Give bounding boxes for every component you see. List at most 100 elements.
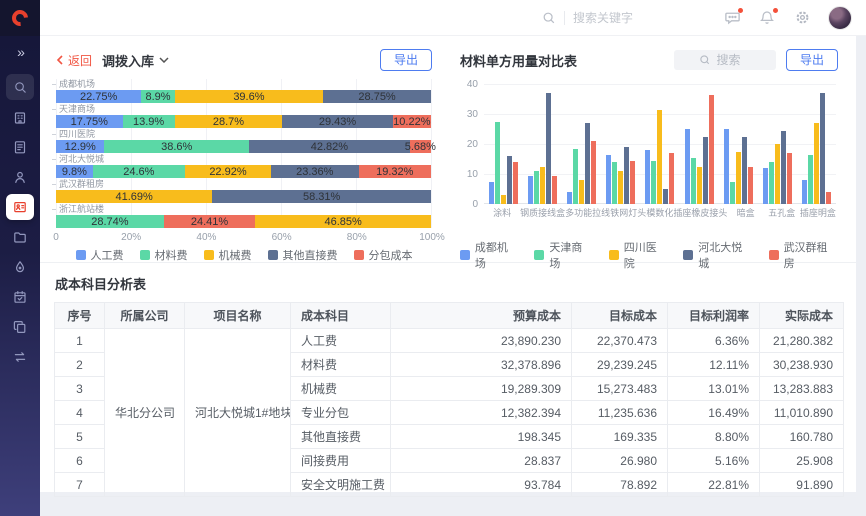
bar (513, 162, 518, 204)
back-link[interactable]: 返回 (56, 52, 92, 69)
category-label: 橡皮接头 (691, 206, 727, 219)
bar (591, 141, 596, 204)
sidebar-item-docs[interactable] (6, 134, 34, 160)
legend-item: 河北大悦城 (683, 239, 752, 271)
export-button-right[interactable]: 导出 (786, 49, 838, 71)
legend-item: 材料费 (140, 247, 188, 263)
messages-icon[interactable] (723, 9, 741, 27)
stacked-bar: 28.74%24.41%46.85% (56, 215, 431, 228)
export-button-left[interactable]: 导出 (380, 49, 432, 71)
bar-group (758, 84, 797, 204)
cell-budget: 23,890.230 (391, 329, 572, 353)
bar-segment: 58.31% (212, 190, 431, 203)
sidebar-item-org[interactable] (6, 104, 34, 130)
bar-segment: 28.75% (323, 90, 431, 103)
bar (763, 168, 768, 204)
legend-swatch (534, 250, 544, 260)
cell-actual: 25.908 (760, 449, 844, 473)
material-search-input[interactable] (716, 53, 750, 67)
bar (624, 147, 629, 204)
legend-item: 武汉群租房 (769, 239, 838, 271)
sidebar: » (0, 36, 40, 516)
cell-company: 华北分公司 (105, 329, 185, 497)
cell-margin: 22.81% (668, 473, 760, 497)
bar (685, 129, 690, 204)
sidebar-expand-icon[interactable]: » (17, 44, 23, 64)
bar (573, 149, 578, 205)
bar (606, 155, 611, 205)
charts-row: 返回 调拨入库 导出 成都机场22.75%8.9%39.6%28.75%天津商场… (40, 36, 856, 262)
back-label: 返回 (68, 52, 92, 69)
bar (709, 95, 714, 205)
cell-subject: 材料费 (291, 353, 391, 377)
search-icon (699, 54, 711, 66)
bar (775, 144, 780, 204)
settings-gear-icon[interactable] (793, 9, 811, 27)
sidebar-item-users[interactable] (6, 164, 34, 190)
stacked-bar: 17.75%13.9%28.7%29.43%10.22% (56, 115, 431, 128)
bar-category-label: 浙江航站楼 (56, 204, 431, 215)
bar (528, 176, 533, 205)
x-tick-label: 20% (121, 232, 141, 243)
stacked-bar: 9.8%24.6%22.92%23.36%19.32% (56, 165, 431, 178)
bar-group (680, 84, 719, 204)
bar-segment: 8.9% (141, 90, 174, 103)
bar-segment: 46.85% (255, 215, 431, 228)
stacked-bar: 41.69%58.31% (56, 190, 431, 203)
legend-swatch (460, 250, 470, 260)
category-label: 五孔盒 (764, 206, 800, 219)
bar-segment: 13.9% (123, 115, 175, 128)
legend-label: 四川医院 (624, 239, 668, 271)
cell-subject: 间接费用 (291, 449, 391, 473)
bar-segment: 39.6% (175, 90, 323, 103)
stacked-chart-legend: 人工费材料费机械费其他直接费分包成本 (56, 247, 432, 263)
user-avatar[interactable] (828, 6, 852, 30)
bar (703, 137, 708, 205)
left-panel-header: 返回 调拨入库 导出 (56, 48, 432, 72)
grouped-chart-bars (484, 84, 836, 204)
app-logo[interactable] (0, 0, 40, 36)
cell-actual: 160.780 (760, 425, 844, 449)
calendar-check-icon (12, 289, 28, 305)
cell-no: 3 (55, 377, 105, 401)
bar-category-label: 河北大悦城 (56, 154, 431, 165)
cell-margin: 16.49% (668, 401, 760, 425)
global-search-input[interactable] (573, 11, 683, 25)
column-header: 目标成本 (572, 303, 668, 329)
cell-actual: 11,010.890 (760, 401, 844, 425)
notifications-bell-icon[interactable] (758, 9, 776, 27)
bar-category-label: 成都机场 (56, 79, 431, 90)
sidebar-item-search[interactable] (6, 74, 34, 100)
cell-margin: 8.80% (668, 425, 760, 449)
sidebar-item-schedule[interactable] (6, 284, 34, 310)
cell-subject: 其他直接费 (291, 425, 391, 449)
cell-no: 7 (55, 473, 105, 497)
bar-segment: 42.82% (249, 140, 410, 153)
page-title-dropdown[interactable]: 调拨入库 (102, 51, 169, 70)
legend-swatch (683, 250, 693, 260)
x-tick-label: 0 (53, 232, 59, 243)
x-tick-label: 100% (419, 232, 445, 243)
cell-budget: 32,378.896 (391, 353, 572, 377)
category-label: 涂料 (484, 206, 520, 219)
legend-label: 天津商场 (549, 239, 593, 271)
y-tick-label: 30 (460, 109, 478, 120)
table-header-row: 序号所属公司项目名称成本科目预算成本目标成本目标利润率实际成本 (55, 303, 844, 329)
sidebar-item-transfer[interactable] (6, 344, 34, 370)
material-search-box[interactable] (674, 50, 776, 70)
sidebar-item-copy[interactable] (6, 314, 34, 340)
sidebar-item-cost-active[interactable] (6, 194, 34, 220)
cost-analysis-table: 序号所属公司项目名称成本科目预算成本目标成本目标利润率实际成本 1华北分公司河北… (54, 302, 844, 497)
legend-label: 人工费 (91, 247, 124, 263)
cell-actual: 21,280.382 (760, 329, 844, 353)
sidebar-item-materials[interactable] (6, 254, 34, 280)
bar (546, 93, 551, 204)
bar-segment: 24.6% (93, 165, 185, 178)
search-icon (13, 80, 28, 95)
sidebar-item-files[interactable] (6, 224, 34, 250)
cost-analysis-section: 成本科目分析表 序号所属公司项目名称成本科目预算成本目标成本目标利润率实际成本 … (40, 262, 856, 497)
cell-budget: 28.837 (391, 449, 572, 473)
column-header: 序号 (55, 303, 105, 329)
bar-group (523, 84, 562, 204)
bar (540, 167, 545, 205)
